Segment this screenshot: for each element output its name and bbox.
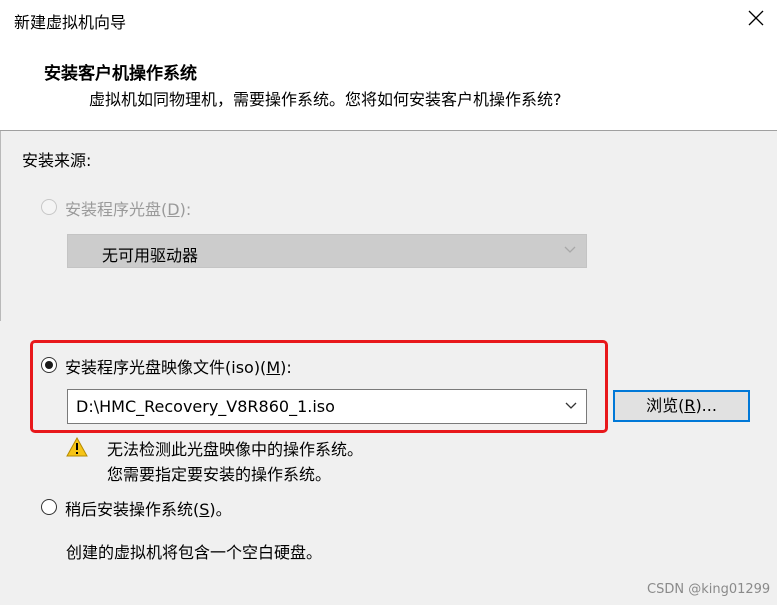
chevron-down-icon bbox=[564, 246, 576, 253]
installer-disc-label-prefix: 安装程序光盘( bbox=[65, 200, 168, 219]
page-title: 安装客户机操作系统 bbox=[44, 64, 197, 84]
install-later-accel: S bbox=[199, 500, 210, 519]
installer-disc-accel: D bbox=[167, 200, 180, 219]
install-source-label: 安装来源: bbox=[22, 151, 92, 170]
warning-text-line2: 您需要指定要安装的操作系统。 bbox=[107, 465, 332, 484]
browse-button[interactable]: 浏览(R)... bbox=[613, 390, 750, 422]
page-subtitle: 虚拟机如同物理机，需要操作系统。您将如何安装客户机操作系统? bbox=[89, 90, 562, 109]
close-icon[interactable] bbox=[742, 4, 770, 32]
installer-disc-label-suffix: ): bbox=[179, 200, 192, 219]
browse-label-prefix: 浏览( bbox=[646, 396, 685, 415]
warning-text-line1: 无法检测此光盘映像中的操作系统。 bbox=[107, 440, 364, 459]
browse-accel: R bbox=[684, 396, 696, 415]
install-later-label-prefix: 稍后安装操作系统( bbox=[65, 500, 200, 519]
watermark: CSDN @king01299 bbox=[647, 582, 771, 597]
installer-disc-label: 安装程序光盘(D): bbox=[65, 196, 191, 220]
new-vm-wizard-window: 新建虚拟机向导 安装客户机操作系统 虚拟机如同物理机，需要操作系统。您将如何安装… bbox=[0, 0, 777, 605]
window-left-edge bbox=[0, 131, 1, 321]
window-title: 新建虚拟机向导 bbox=[14, 13, 127, 32]
title-bar: 新建虚拟机向导 bbox=[0, 0, 777, 38]
install-later-radio[interactable] bbox=[41, 499, 57, 515]
installer-disc-radio[interactable] bbox=[41, 199, 57, 215]
browse-label-suffix: )... bbox=[695, 396, 717, 415]
highlight-box bbox=[30, 340, 608, 433]
drive-select-value: 无可用驱动器 bbox=[102, 246, 199, 265]
warning-icon bbox=[66, 437, 88, 457]
install-later-label: 稍后安装操作系统(S)。 bbox=[65, 496, 232, 520]
install-later-label-suffix: )。 bbox=[209, 500, 232, 519]
drive-select[interactable]: 无可用驱动器 bbox=[67, 234, 587, 268]
wizard-header: 安装客户机操作系统 虚拟机如同物理机，需要操作系统。您将如何安装客户机操作系统? bbox=[0, 38, 777, 131]
install-later-description: 创建的虚拟机将包含一个空白硬盘。 bbox=[66, 543, 323, 562]
